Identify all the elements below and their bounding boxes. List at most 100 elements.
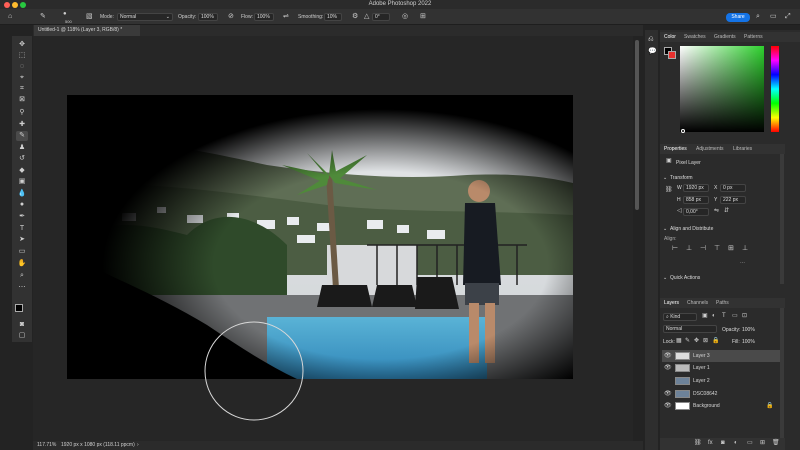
- healing-icon[interactable]: ✚: [16, 120, 28, 130]
- layer-row-layer-1[interactable]: 👁 Layer 1: [662, 362, 780, 374]
- expand-icon[interactable]: ⤢: [785, 13, 791, 20]
- lock-position-icon[interactable]: ✥: [694, 338, 699, 345]
- brush-preset-picker-icon[interactable]: ●: [63, 11, 67, 18]
- symmetry-icon[interactable]: ⊞: [420, 13, 426, 20]
- flip-horizontal-icon[interactable]: ⇋: [714, 208, 719, 215]
- blur-icon[interactable]: 💧: [16, 189, 28, 199]
- lock-all-icon[interactable]: 🔒: [712, 338, 719, 345]
- quick-mask-icon[interactable]: ◙: [16, 320, 28, 330]
- path-select-icon[interactable]: ➤: [16, 235, 28, 245]
- zoom-level[interactable]: 117.71%: [37, 441, 56, 450]
- align-top-icon[interactable]: ⊤: [714, 245, 720, 252]
- lock-artboard-icon[interactable]: ⊠: [703, 338, 708, 345]
- stamp-icon[interactable]: ♟: [16, 143, 28, 153]
- tab-color[interactable]: Color: [664, 32, 676, 42]
- brush-tool-preset-icon[interactable]: ✎: [40, 13, 46, 20]
- fill-value[interactable]: 100%: [742, 339, 755, 345]
- layer-row-background[interactable]: 👁 Background 🔒: [662, 400, 780, 412]
- foreground-color-swatch[interactable]: [15, 304, 23, 312]
- airbrush-icon[interactable]: ⇌: [283, 13, 289, 20]
- vertical-scrollbar[interactable]: [635, 40, 639, 210]
- angle-field[interactable]: 0,00°: [683, 208, 709, 216]
- visibility-eye-icon[interactable]: 👁: [664, 350, 672, 362]
- tab-adjustments[interactable]: Adjustments: [696, 144, 724, 154]
- pressure-size-icon[interactable]: ◎: [402, 13, 408, 20]
- new-group-icon[interactable]: ▭: [747, 440, 753, 447]
- dodge-icon[interactable]: ●: [16, 200, 28, 210]
- crop-icon[interactable]: ⌗: [16, 84, 28, 94]
- align-center-icon[interactable]: ⊥: [686, 245, 692, 252]
- new-layer-icon[interactable]: ⊞: [760, 440, 765, 447]
- tab-properties[interactable]: Properties: [664, 144, 687, 154]
- filter-smart-object-icon[interactable]: ⊡: [742, 313, 747, 320]
- align-bottom-icon[interactable]: ⊥: [742, 245, 748, 252]
- flow-field[interactable]: 100%: [254, 13, 274, 21]
- filter-shape-icon[interactable]: ▭: [732, 313, 738, 320]
- filter-pixel-icon[interactable]: ▣: [702, 313, 708, 320]
- width-field[interactable]: 1920 px: [683, 184, 709, 192]
- gradient-icon[interactable]: ▣: [16, 177, 28, 187]
- share-button[interactable]: Share: [726, 13, 750, 22]
- document-info[interactable]: 1920 px x 1080 px (118.11 ppcm): [61, 441, 135, 450]
- layers-scrollbar[interactable]: [780, 308, 784, 438]
- canvas-image[interactable]: [67, 95, 573, 379]
- layer-row-dsc08642[interactable]: 👁 DSC08642: [662, 388, 780, 400]
- angle-field[interactable]: 0°: [372, 13, 390, 21]
- visibility-eye-icon[interactable]: 👁: [664, 400, 672, 412]
- pen-icon[interactable]: ✒: [16, 212, 28, 222]
- quick-select-icon[interactable]: ⌖: [16, 73, 28, 83]
- adjustment-layer-icon[interactable]: ◐: [734, 440, 738, 447]
- eraser-icon[interactable]: ◆: [16, 166, 28, 176]
- hand-icon[interactable]: ✋: [16, 259, 28, 269]
- more-tools-icon[interactable]: ⋯: [16, 283, 28, 293]
- tab-paths[interactable]: Paths: [716, 298, 729, 308]
- smoothing-options-gear-icon[interactable]: ⚙: [352, 13, 358, 20]
- chevron-right-icon[interactable]: ›: [137, 441, 139, 450]
- chevron-down-icon[interactable]: ⌄: [663, 275, 667, 281]
- zoom-icon[interactable]: ⌕: [16, 271, 28, 281]
- align-right-icon[interactable]: ⊣: [700, 245, 706, 252]
- x-field[interactable]: 0 px: [720, 184, 746, 192]
- comments-icon[interactable]: 💬: [648, 48, 657, 55]
- history-brush-icon[interactable]: ↺: [16, 154, 28, 164]
- color-background-swatch[interactable]: [668, 51, 676, 59]
- eyedropper-icon[interactable]: ⚲: [16, 108, 28, 118]
- visibility-eye-icon[interactable]: 👁: [664, 362, 672, 374]
- y-field[interactable]: 222 px: [720, 196, 746, 204]
- opacity-field[interactable]: 100%: [198, 13, 218, 21]
- brush-icon[interactable]: ✎: [16, 131, 28, 141]
- fx-icon[interactable]: fx: [708, 440, 713, 447]
- home-icon[interactable]: ⌂: [8, 13, 12, 20]
- workspace-icon[interactable]: ▭: [770, 13, 777, 20]
- align-left-icon[interactable]: ⊢: [672, 245, 678, 252]
- color-picker-handle[interactable]: [681, 129, 685, 133]
- tab-libraries[interactable]: Libraries: [733, 144, 752, 154]
- brush-settings-icon[interactable]: ▧: [86, 13, 93, 20]
- flip-vertical-icon[interactable]: ⇵: [724, 208, 729, 215]
- chevron-down-icon[interactable]: ⌄: [663, 226, 667, 232]
- add-mask-icon[interactable]: ◙: [721, 440, 725, 447]
- properties-scrollbar[interactable]: [780, 154, 784, 284]
- layer-row-layer-2[interactable]: Layer 2: [662, 375, 780, 387]
- chevron-down-icon[interactable]: ⌄: [663, 175, 667, 181]
- filter-type-icon[interactable]: T: [722, 313, 726, 320]
- link-layers-icon[interactable]: ⛓: [694, 440, 702, 447]
- pressure-opacity-icon[interactable]: ⊘: [228, 13, 234, 20]
- marquee-icon[interactable]: ⬚: [16, 51, 28, 61]
- filter-adjustment-icon[interactable]: ◐: [712, 313, 716, 320]
- lock-transparent-icon[interactable]: ▦: [676, 338, 682, 345]
- lasso-icon[interactable]: ◌: [16, 62, 28, 72]
- layer-row-layer-3[interactable]: 👁 Layer 3: [662, 350, 780, 362]
- link-icon[interactable]: ⛓: [665, 187, 673, 194]
- history-icon[interactable]: ⎌: [648, 36, 654, 43]
- shape-icon[interactable]: ▭: [16, 247, 28, 257]
- screen-mode-icon[interactable]: ▢: [16, 331, 28, 341]
- tab-swatches[interactable]: Swatches: [684, 32, 706, 42]
- smoothing-field[interactable]: 10%: [324, 13, 342, 21]
- lock-image-icon[interactable]: ✎: [685, 338, 690, 345]
- search-icon[interactable]: ⌕: [756, 13, 760, 20]
- height-field[interactable]: 858 px: [683, 196, 709, 204]
- tab-channels[interactable]: Channels: [687, 298, 708, 308]
- more-options-icon[interactable]: ⋯: [740, 260, 745, 266]
- blend-mode-select[interactable]: Normal: [663, 325, 717, 333]
